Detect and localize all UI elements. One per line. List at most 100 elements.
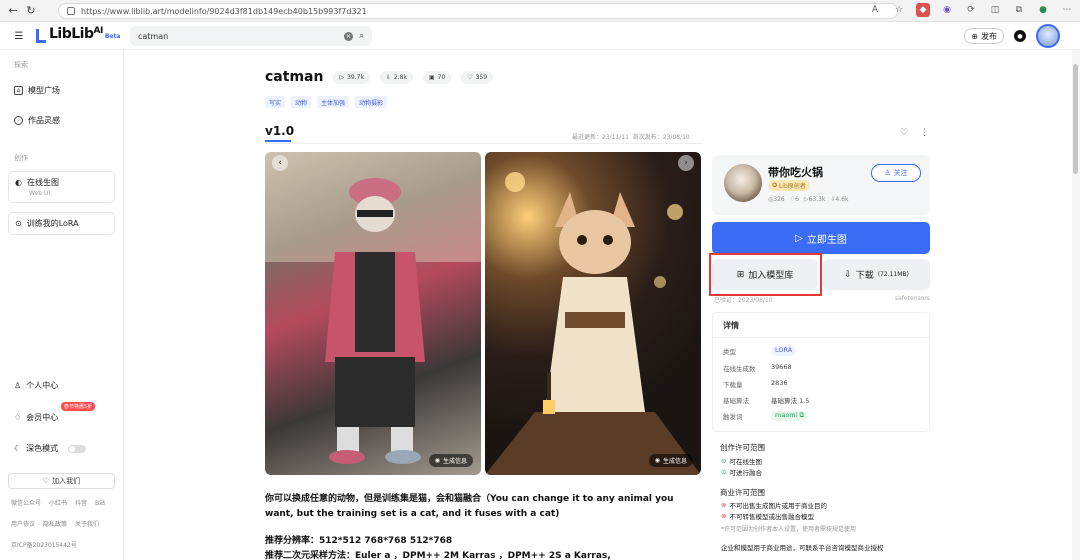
palette-icon: ◐	[15, 178, 22, 187]
lock-icon	[67, 7, 75, 15]
toggle-switch[interactable]	[68, 444, 87, 453]
footer-link[interactable]: 关于我们	[75, 519, 99, 528]
sidebar-item-models[interactable]: ⌂ 模型广场	[14, 85, 60, 96]
tag[interactable]: 动物	[291, 96, 312, 108]
creation-license-heading: 创作许可范围	[720, 443, 765, 452]
favorite-icon[interactable]: ♡	[900, 128, 908, 138]
message-icon[interactable]: ●	[1014, 30, 1026, 42]
more-icon[interactable]: ⋯	[1060, 3, 1074, 17]
detail-row: 基础算法 基础算法 1.5	[723, 397, 810, 405]
heart-icon: ♡	[42, 477, 50, 485]
footer-link[interactable]: B站	[95, 498, 105, 507]
version-tab[interactable]: v1.0	[265, 124, 294, 138]
prev-arrow-icon[interactable]: ‹	[272, 155, 288, 171]
browser-toolbar: ← ↻ https://www.liblib.art/modelinfo/902…	[0, 0, 1080, 22]
generate-now-button[interactable]: ▷ 立即生图	[712, 222, 930, 254]
profile-icon[interactable]: ●	[1036, 3, 1050, 17]
next-arrow-icon[interactable]: ›	[678, 155, 694, 171]
favorite-star-icon[interactable]: ☆	[892, 3, 906, 17]
gen-info-button[interactable]: ◉ 生成信息	[428, 454, 473, 467]
preview-image[interactable]: ◉ 生成信息	[265, 152, 481, 475]
model-description: 你可以换成任意的动物，但是训练集是猫，会和猫融合（You can change …	[265, 494, 674, 519]
detail-row: 在线生成数 39668	[723, 363, 792, 373]
sidebar-item-personal[interactable]: ♙ 个人中心	[14, 380, 58, 391]
play-icon: ▷	[795, 232, 803, 244]
publish-button[interactable]: ⊕ 发布	[964, 28, 1004, 44]
menu-icon[interactable]: ☰	[12, 29, 26, 43]
refresh-icon[interactable]: ↻	[22, 2, 40, 20]
footer-link[interactable]: 小红书	[49, 498, 67, 507]
images-stat: ▣ 70	[422, 70, 452, 84]
diamond-icon: ♢	[14, 413, 22, 422]
footer-links: 微信公众号 小红书 抖音 B站	[11, 498, 105, 507]
tag[interactable]: 主体加强	[317, 96, 350, 108]
sidebar: 探索 ⌂ 模型广场 ◦ 作品灵感 创作 ◐ 在线生图 Web UI ⊙ 训练我的…	[0, 50, 124, 560]
site-header: ☰ LibLib AI Beta catman × ⌕ ⊕ 发布 ●	[0, 22, 1080, 50]
read-aloud-icon[interactable]: A	[868, 3, 882, 17]
scrollbar-thumb[interactable]	[1073, 64, 1078, 174]
details-heading: 详情	[723, 321, 739, 330]
like-icon: ♢6	[789, 196, 799, 203]
detail-row: 类型 LORA	[723, 346, 797, 356]
gen-info-button[interactable]: ◉ 生成信息	[648, 454, 693, 467]
sidebar-item-inspiration[interactable]: ◦ 作品灵感	[14, 115, 60, 126]
cross-icon: ⊗	[721, 501, 727, 509]
download-button[interactable]: ⇩ 下载 (72.11MB)	[823, 259, 930, 290]
home-icon: ⌂	[14, 86, 23, 95]
follow-button[interactable]: ♙ 关注	[871, 164, 921, 182]
online-gen-card[interactable]: ◐ 在线生图 Web UI	[8, 171, 115, 203]
footer-links: 用户协议 隐私政策 关于我们	[11, 519, 99, 528]
bulb-icon: ◦	[14, 116, 23, 125]
license-item: ⊙ 可进行融合	[721, 468, 762, 477]
preview-image[interactable]: ◉ 生成信息	[485, 152, 701, 475]
divider	[265, 143, 703, 144]
collections-icon[interactable]: ⧉	[1012, 3, 1026, 17]
dark-mode-toggle[interactable]: ☾ 深色模式	[14, 443, 87, 454]
join-us-button[interactable]: ♡ 加入我们	[8, 473, 115, 489]
extension-icon[interactable]: ◆	[916, 3, 930, 17]
play-icon: ▷	[339, 73, 345, 81]
eye-icon: ◉	[434, 457, 440, 464]
footer-link[interactable]: 用户协议	[11, 519, 35, 528]
clear-icon[interactable]: ×	[343, 31, 353, 41]
cross-icon: ⊗	[721, 512, 727, 520]
author-name[interactable]: 带你吃火锅	[768, 164, 823, 180]
copy-icon: ⧉	[799, 411, 805, 419]
address-bar[interactable]: https://www.liblib.art/modelinfo/9024d3f…	[58, 3, 898, 19]
sidebar-item-vip[interactable]: ♢ 会员中心	[14, 412, 58, 423]
footer-link[interactable]: 隐私政策	[43, 519, 67, 528]
add-user-icon: ♙	[884, 169, 891, 177]
license-item: ⊙ 可在线生图	[721, 457, 762, 466]
search-value: catman	[138, 31, 169, 41]
details-panel: 详情 类型 LORA 在线生成数 39668 下载量 2836 基础算法 基础算…	[712, 312, 930, 432]
check-icon: ⊙	[721, 468, 727, 476]
search-icon[interactable]: ⌕	[359, 31, 364, 41]
plus-circle-icon: ⊕	[971, 31, 978, 41]
refresh-icon[interactable]: ⟳	[964, 3, 978, 17]
license-note: *许可范围为创作者本人设置，使用者需按规范使用	[721, 526, 857, 533]
split-screen-icon[interactable]: ◫	[988, 3, 1002, 17]
tag[interactable]: 动物摄影	[355, 96, 388, 108]
scrollbar[interactable]	[1072, 50, 1080, 560]
download-icon: ⇩4.6k	[830, 196, 849, 203]
logo-mark-icon	[36, 29, 46, 43]
trigger-word[interactable]: maomi ⧉	[771, 411, 809, 421]
tag[interactable]: 写实	[265, 96, 286, 108]
detail-row: 触发词 maomi ⧉	[723, 411, 809, 421]
medal-icon: ✪	[772, 182, 778, 189]
user-icon: ♙	[14, 381, 22, 390]
original-creator-badge: ✪ Lib原创者	[768, 180, 810, 191]
recommendations: 推荐分辨率：512*512 768*768 512*768 推荐二次元采样方法：…	[265, 536, 611, 560]
footer-link[interactable]: 抖音	[75, 498, 87, 507]
back-icon[interactable]: ←	[4, 2, 22, 20]
footer-link[interactable]: 微信公众号	[11, 498, 41, 507]
more-icon[interactable]: ⋮	[920, 128, 929, 138]
train-lora-card[interactable]: ⊙ 训练我的LoRA	[8, 212, 115, 235]
site-logo[interactable]: LibLib AI Beta	[36, 26, 120, 46]
check-icon: ⊙	[721, 457, 727, 465]
extension-icon[interactable]: ◉	[940, 3, 954, 17]
search-input[interactable]: catman × ⌕	[130, 26, 372, 46]
avatar[interactable]	[1036, 24, 1060, 48]
author-avatar[interactable]	[724, 164, 762, 202]
download-icon: ⇩	[844, 269, 852, 280]
